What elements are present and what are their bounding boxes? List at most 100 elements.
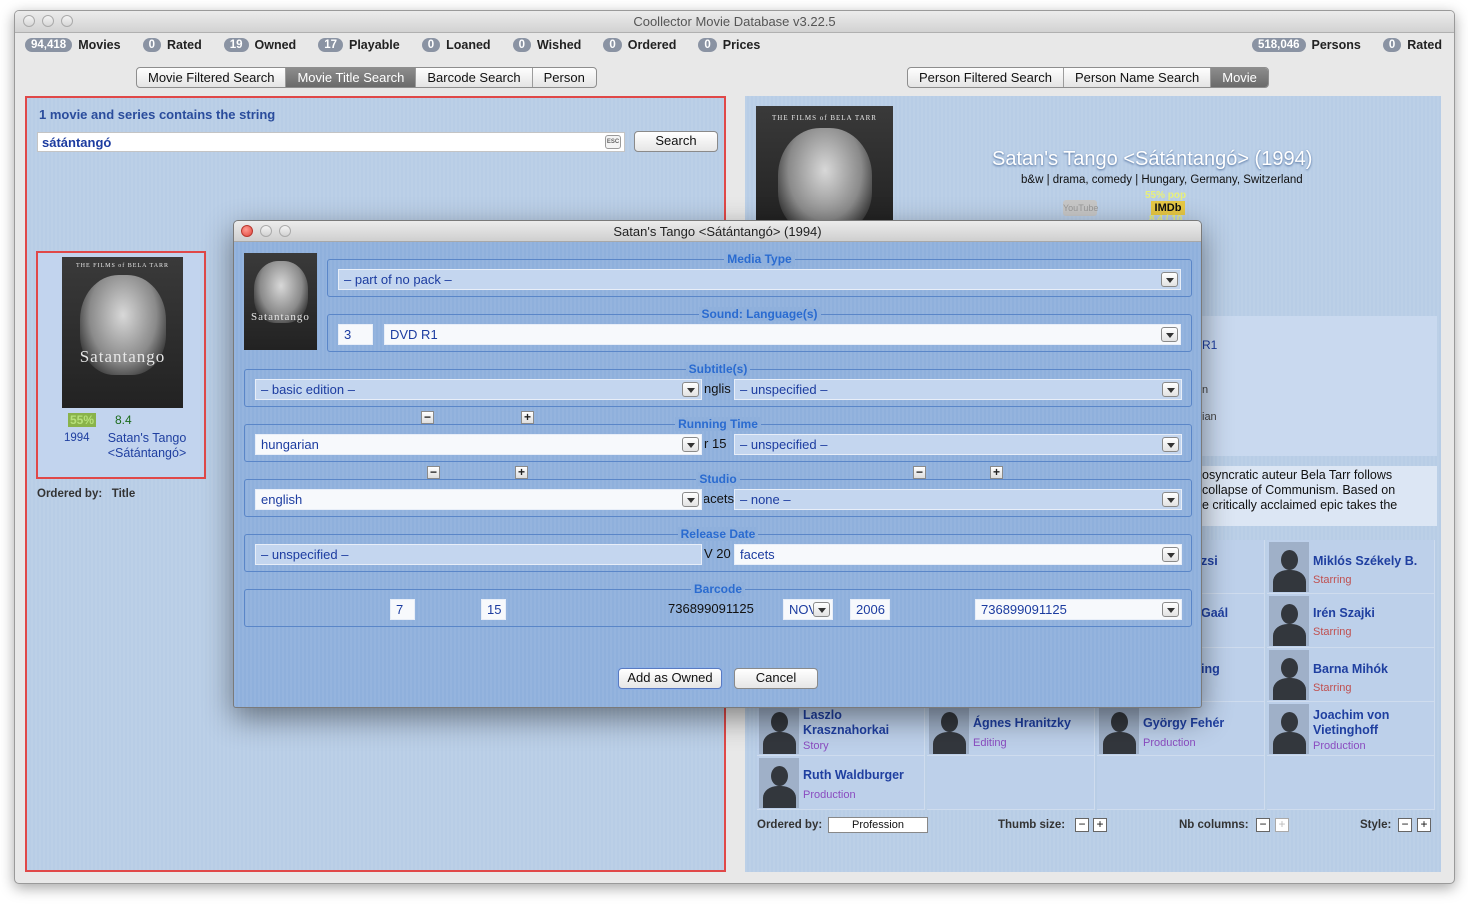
close-window-icon[interactable] (23, 15, 35, 27)
release-date-group: Release Date – unspecified – V 20 facets (244, 527, 1192, 572)
empty-credit-card (1267, 756, 1435, 810)
thumb-size-plus-button[interactable]: + (1093, 818, 1107, 832)
tab-person-name-search[interactable]: Person Name Search (1064, 68, 1212, 87)
edition-select[interactable]: DVD R1 (384, 324, 1181, 345)
stat-label: Movies (78, 38, 121, 52)
thumb-size-minus-button[interactable]: − (1075, 818, 1089, 832)
stat-ordered[interactable]: 0 Ordered (603, 38, 676, 52)
result-title[interactable]: Satan's Tango <Sátántangó> (96, 431, 198, 461)
result-poster: THE FILMS of BELA TARR Satantango (62, 257, 183, 408)
nb-columns-plus-button[interactable]: + (1275, 818, 1289, 832)
subtitle-select[interactable]: – unspecified – (734, 379, 1182, 400)
person-avatar-icon (929, 704, 969, 754)
quantity-field[interactable]: 3 (338, 324, 373, 345)
year-field[interactable]: 2006 (850, 599, 890, 620)
credit-name: Irén Szajki (1313, 606, 1375, 620)
credit-card[interactable]: Miklós Székely B. Starring (1267, 540, 1435, 594)
stat-wished[interactable]: 0 Wished (512, 38, 581, 52)
credit-card[interactable]: Ágnes Hranitzky Editing (927, 702, 1095, 756)
tab-person-filtered-search[interactable]: Person Filtered Search (908, 68, 1064, 87)
credit-card[interactable]: Laszlo Krasznahorkai Story (757, 702, 925, 756)
stats-right: 518,046 Persons 0 Rated (1242, 38, 1442, 52)
minimize-dialog-icon[interactable] (260, 225, 272, 237)
search-button[interactable]: Search (634, 131, 718, 152)
thumb-size-label: Thumb size: (998, 819, 1066, 831)
studio-select[interactable]: – none – (734, 489, 1182, 510)
credits-order-select[interactable]: Profession (828, 817, 928, 833)
credit-card[interactable]: Barna Mihók Starring (1267, 648, 1435, 702)
clear-search-icon[interactable]: ESC (605, 135, 621, 149)
zoom-window-icon[interactable] (61, 15, 73, 27)
running-time-select[interactable]: – unspecified – (734, 434, 1182, 455)
left-tab-bar: Movie Filtered Search Movie Title Search… (136, 67, 597, 88)
stat-movies[interactable]: 94,418 Movies (25, 38, 121, 52)
running-time-field[interactable]: – unspecified – (255, 544, 702, 565)
credit-card[interactable]: Irén Szajki Starring (1267, 594, 1435, 648)
stat-count: 0 (421, 38, 441, 52)
stat-playable[interactable]: 17 Playable (318, 38, 400, 52)
credit-card[interactable]: György Fehér Production (1097, 702, 1265, 756)
stat-persons[interactable]: 518,046 Persons (1251, 38, 1361, 52)
search-value: sátántangó (42, 135, 112, 150)
credit-card[interactable]: Ruth Waldburger Production (757, 756, 925, 810)
detail-movie-title: Satan's Tango <Sátántangó> (1994) (992, 148, 1313, 170)
month-select[interactable]: NOV (783, 599, 833, 620)
credits-ordered-by-label: Ordered by: (757, 819, 823, 831)
chevron-down-icon (682, 382, 699, 397)
search-input[interactable]: sátántangó ESC (37, 132, 625, 152)
stat-count: 0 (603, 38, 622, 52)
subtitle-language-select[interactable]: english (255, 489, 702, 510)
stat-count: 19 (223, 38, 249, 52)
tab-movie-title-search[interactable]: Movie Title Search (286, 68, 417, 87)
youtube-icon[interactable]: YouTube (1063, 200, 1098, 216)
cancel-button[interactable]: Cancel (734, 668, 818, 689)
stat-rated[interactable]: 0 Rated (142, 38, 202, 52)
stat-label: Persons (1311, 38, 1361, 52)
imdb-icon[interactable]: IMDb (1151, 201, 1185, 215)
barcode-select[interactable]: 736899091125 (975, 599, 1182, 620)
style-minus-button[interactable]: − (1398, 818, 1412, 832)
tab-barcode-search[interactable]: Barcode Search (416, 68, 533, 87)
media-type-select[interactable]: – part of no pack – (338, 269, 1181, 290)
tab-movie[interactable]: Movie (1211, 68, 1268, 87)
group-label: Release Date (677, 527, 759, 541)
tab-movie-filtered-search[interactable]: Movie Filtered Search (137, 68, 287, 87)
credit-card[interactable]: Joachim von Vietinghoff Production (1267, 702, 1435, 756)
window-controls (23, 15, 73, 27)
credit-role: Production (1313, 740, 1366, 752)
stat-loaned[interactable]: 0 Loaned (421, 38, 491, 52)
tab-person[interactable]: Person (533, 68, 596, 87)
synopsis-line: e critically acclaimed epic takes the (1202, 498, 1398, 512)
stat-owned[interactable]: 19 Owned (223, 38, 296, 52)
sound-language-select[interactable]: hungarian (255, 434, 702, 455)
style-plus-button[interactable]: + (1417, 818, 1431, 832)
minutes-field[interactable]: 15 (481, 599, 506, 620)
nb-columns-minus-button[interactable]: − (1256, 818, 1270, 832)
overlap-text: acets (704, 491, 734, 506)
add-as-owned-button[interactable]: Add as Owned (618, 668, 722, 689)
rating-value: 8.4 (115, 413, 132, 427)
chevron-down-icon (1162, 492, 1179, 507)
select-value: – unspecified – (740, 382, 828, 397)
close-dialog-icon[interactable] (241, 225, 253, 237)
hours-field[interactable]: 7 (390, 599, 415, 620)
studio-name-select[interactable]: facets (734, 544, 1182, 565)
ordered-by-value[interactable]: Title (112, 488, 135, 500)
edition-type-select[interactable]: – basic edition – (255, 379, 702, 400)
movie-result-card[interactable]: THE FILMS of BELA TARR Satantango 55% 8.… (36, 251, 206, 479)
overlap-text: 15 r (704, 436, 727, 451)
credit-role: Production (803, 789, 856, 801)
credit-role: Starring (1313, 682, 1352, 694)
zoom-dialog-icon[interactable] (279, 225, 291, 237)
credit-name: zsi (1201, 554, 1218, 568)
credit-name: Laszlo Krasznahorkai (803, 708, 890, 737)
dialog-poster: Satantango (244, 253, 317, 350)
stat-prices[interactable]: 0 Prices (698, 38, 760, 52)
credit-name: ing (1201, 662, 1220, 676)
stat-count: 0 (1382, 38, 1402, 52)
stat-persons-rated[interactable]: 0 Rated (1382, 38, 1442, 52)
person-avatar-icon (1269, 542, 1309, 592)
popularity-badge: 55% (68, 413, 97, 427)
minimize-window-icon[interactable] (42, 15, 54, 27)
stat-count: 0 (698, 38, 717, 52)
